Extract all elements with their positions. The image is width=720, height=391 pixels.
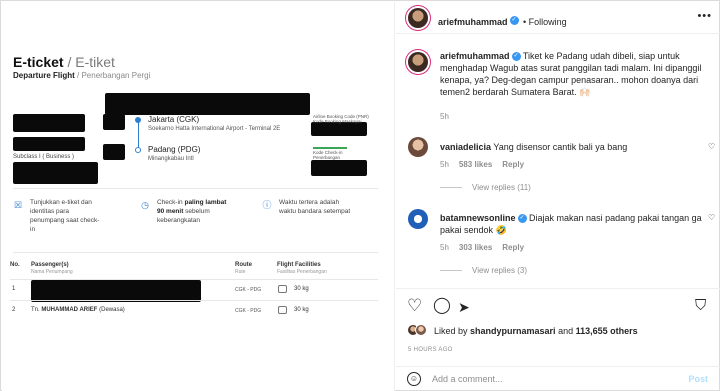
- table-header-divider: [10, 279, 378, 280]
- comment-likes[interactable]: 303 likes: [459, 243, 492, 252]
- add-comment-bar: ☺ Post: [396, 366, 720, 391]
- comment-item: vaniadelicia Yang disensor cantik bali y…: [440, 141, 702, 153]
- route-line: [138, 120, 139, 150]
- save-bookmark-icon[interactable]: ⛉: [695, 297, 706, 315]
- comment-avatar[interactable]: [408, 137, 428, 157]
- author-username[interactable]: ariefmuhammad: [438, 17, 508, 27]
- comment-like-heart-icon[interactable]: ♡: [708, 213, 715, 222]
- redacted-departure-time: [103, 114, 125, 130]
- comment-like-heart-icon[interactable]: ♡: [708, 142, 715, 151]
- ticket-divider: [13, 188, 378, 189]
- comment-time[interactable]: 5h: [440, 160, 449, 169]
- subclass-label: Subclass I ( Business ): [13, 154, 75, 160]
- checkin-accent-bar: [313, 147, 347, 149]
- comment-reply-button[interactable]: Reply: [502, 160, 524, 169]
- comment-bubble-icon[interactable]: ◯: [433, 297, 451, 315]
- like-heart-icon[interactable]: ♡: [407, 297, 422, 315]
- view-replies-button[interactable]: View replies (3): [440, 266, 527, 275]
- clock-icon: ◷: [141, 200, 149, 210]
- share-send-icon[interactable]: ➤: [458, 298, 470, 316]
- add-comment-input[interactable]: [432, 371, 652, 387]
- origin-dot: [135, 117, 141, 123]
- table-top-divider: [13, 252, 378, 253]
- view-replies-button[interactable]: View replies (11): [440, 183, 531, 192]
- baggage-icon: [278, 285, 287, 293]
- row-passenger-name: Tn. MUHAMMAD ARIEF (Dewasa): [31, 307, 125, 313]
- comment-username[interactable]: vaniadelicia: [440, 142, 491, 152]
- comment-meta: 5h 303 likes Reply: [440, 243, 534, 252]
- caption-time[interactable]: 5h: [440, 112, 449, 121]
- caption: ariefmuhammad ✓ Tiket ke Padang udah dibe…: [440, 50, 702, 98]
- liked-by-user[interactable]: shandypurnamasari: [470, 326, 556, 336]
- redacted-checkin-code: [311, 160, 367, 176]
- post-comment-button[interactable]: Post: [688, 374, 708, 384]
- comment-time[interactable]: 5h: [440, 243, 449, 252]
- author-avatar[interactable]: [408, 8, 428, 28]
- row-baggage: 30 kg: [294, 307, 309, 313]
- author-row: ariefmuhammad ✓ • Following: [438, 12, 567, 30]
- row-number: 1: [12, 286, 16, 292]
- verified-badge-icon: ✓: [509, 16, 519, 26]
- row-baggage: 30 kg: [294, 286, 309, 292]
- table-header-facilities: Flight Facilities Fasilitas Penerbangan: [277, 262, 327, 275]
- table-row-divider: [10, 300, 378, 301]
- destination-airport: Minangkabau Intl: [148, 156, 194, 162]
- redacted-passenger-detail: [13, 162, 98, 184]
- info-icon: ⓘ: [262, 200, 272, 210]
- liker-avatar[interactable]: [415, 324, 427, 336]
- row-number: 2: [12, 307, 16, 313]
- posted-time[interactable]: 5 HOURS AGO: [408, 347, 453, 353]
- comment-likes[interactable]: 583 likes: [459, 160, 492, 169]
- table-header-route: Route Rute: [235, 262, 252, 275]
- row-route: CGK - PDG: [235, 308, 262, 314]
- liked-by-others[interactable]: 113,655 others: [576, 326, 638, 336]
- emoji-picker-icon[interactable]: ☺: [407, 372, 421, 386]
- checkin-label: Kode Check-in Penerbangan: [313, 150, 343, 160]
- post-header: ariefmuhammad ✓ • Following •••: [396, 2, 720, 34]
- following-button[interactable]: Following: [529, 17, 567, 27]
- origin-city: Jakarta (CGK): [148, 115, 200, 124]
- row-route: CGK - PDG: [235, 287, 262, 293]
- caption-author-avatar[interactable]: [408, 52, 428, 72]
- redacted-airline: [13, 114, 85, 132]
- comment-username[interactable]: batamnewsonline: [440, 213, 516, 223]
- comment-text: Yang disensor cantik bali ya bang: [493, 142, 628, 152]
- redacted-arrival-time: [103, 144, 125, 160]
- post-image-eticket: E-ticket / E-tiket Departure Flight / Pe…: [2, 2, 395, 391]
- post-panel: ariefmuhammad ✓ • Following ••• ariefmuha…: [396, 2, 720, 391]
- redacted-passenger-1: [31, 280, 201, 302]
- instagram-post-window: E-ticket / E-tiket Departure Flight / Pe…: [0, 0, 720, 391]
- origin-airport: Soekarno Hatta International Airport - T…: [148, 126, 281, 132]
- redacted-pnr-code: [311, 122, 367, 136]
- table-header-passenger: Passenger(s) Nama Penumpang: [31, 262, 73, 275]
- departure-flight-label: Departure Flight / Penerbangan Pergi: [13, 71, 151, 80]
- comment-meta: 5h 583 likes Reply: [440, 160, 534, 169]
- redacted-flight-info: [105, 93, 310, 115]
- comment-item: batamnewsonline ✓ Diajak makan nasi padan…: [440, 212, 702, 236]
- id-card-icon: ☒: [13, 200, 23, 210]
- redacted-aircraft: [13, 137, 85, 151]
- action-bar: ♡ ◯ ➤ ⛉: [396, 288, 720, 318]
- verified-badge-icon: ✓: [517, 214, 527, 224]
- liked-by-summary: Liked by shandypurnamasari and 113,655 o…: [434, 326, 638, 336]
- comment-avatar[interactable]: [408, 209, 428, 229]
- verified-badge-icon: ✓: [511, 52, 521, 62]
- ticket-title: E-ticket / E-tiket: [13, 54, 115, 70]
- destination-city: Padang (PDG): [148, 145, 201, 154]
- destination-dot: [135, 147, 141, 153]
- pnr-label: Airline Booking Code (PNR) Kode Booking M…: [313, 114, 369, 124]
- more-options-icon[interactable]: •••: [697, 10, 712, 22]
- baggage-icon: [278, 306, 287, 314]
- table-header-no: No.: [10, 262, 20, 268]
- comment-reply-button[interactable]: Reply: [502, 243, 524, 252]
- caption-author-username[interactable]: ariefmuhammad: [440, 51, 510, 61]
